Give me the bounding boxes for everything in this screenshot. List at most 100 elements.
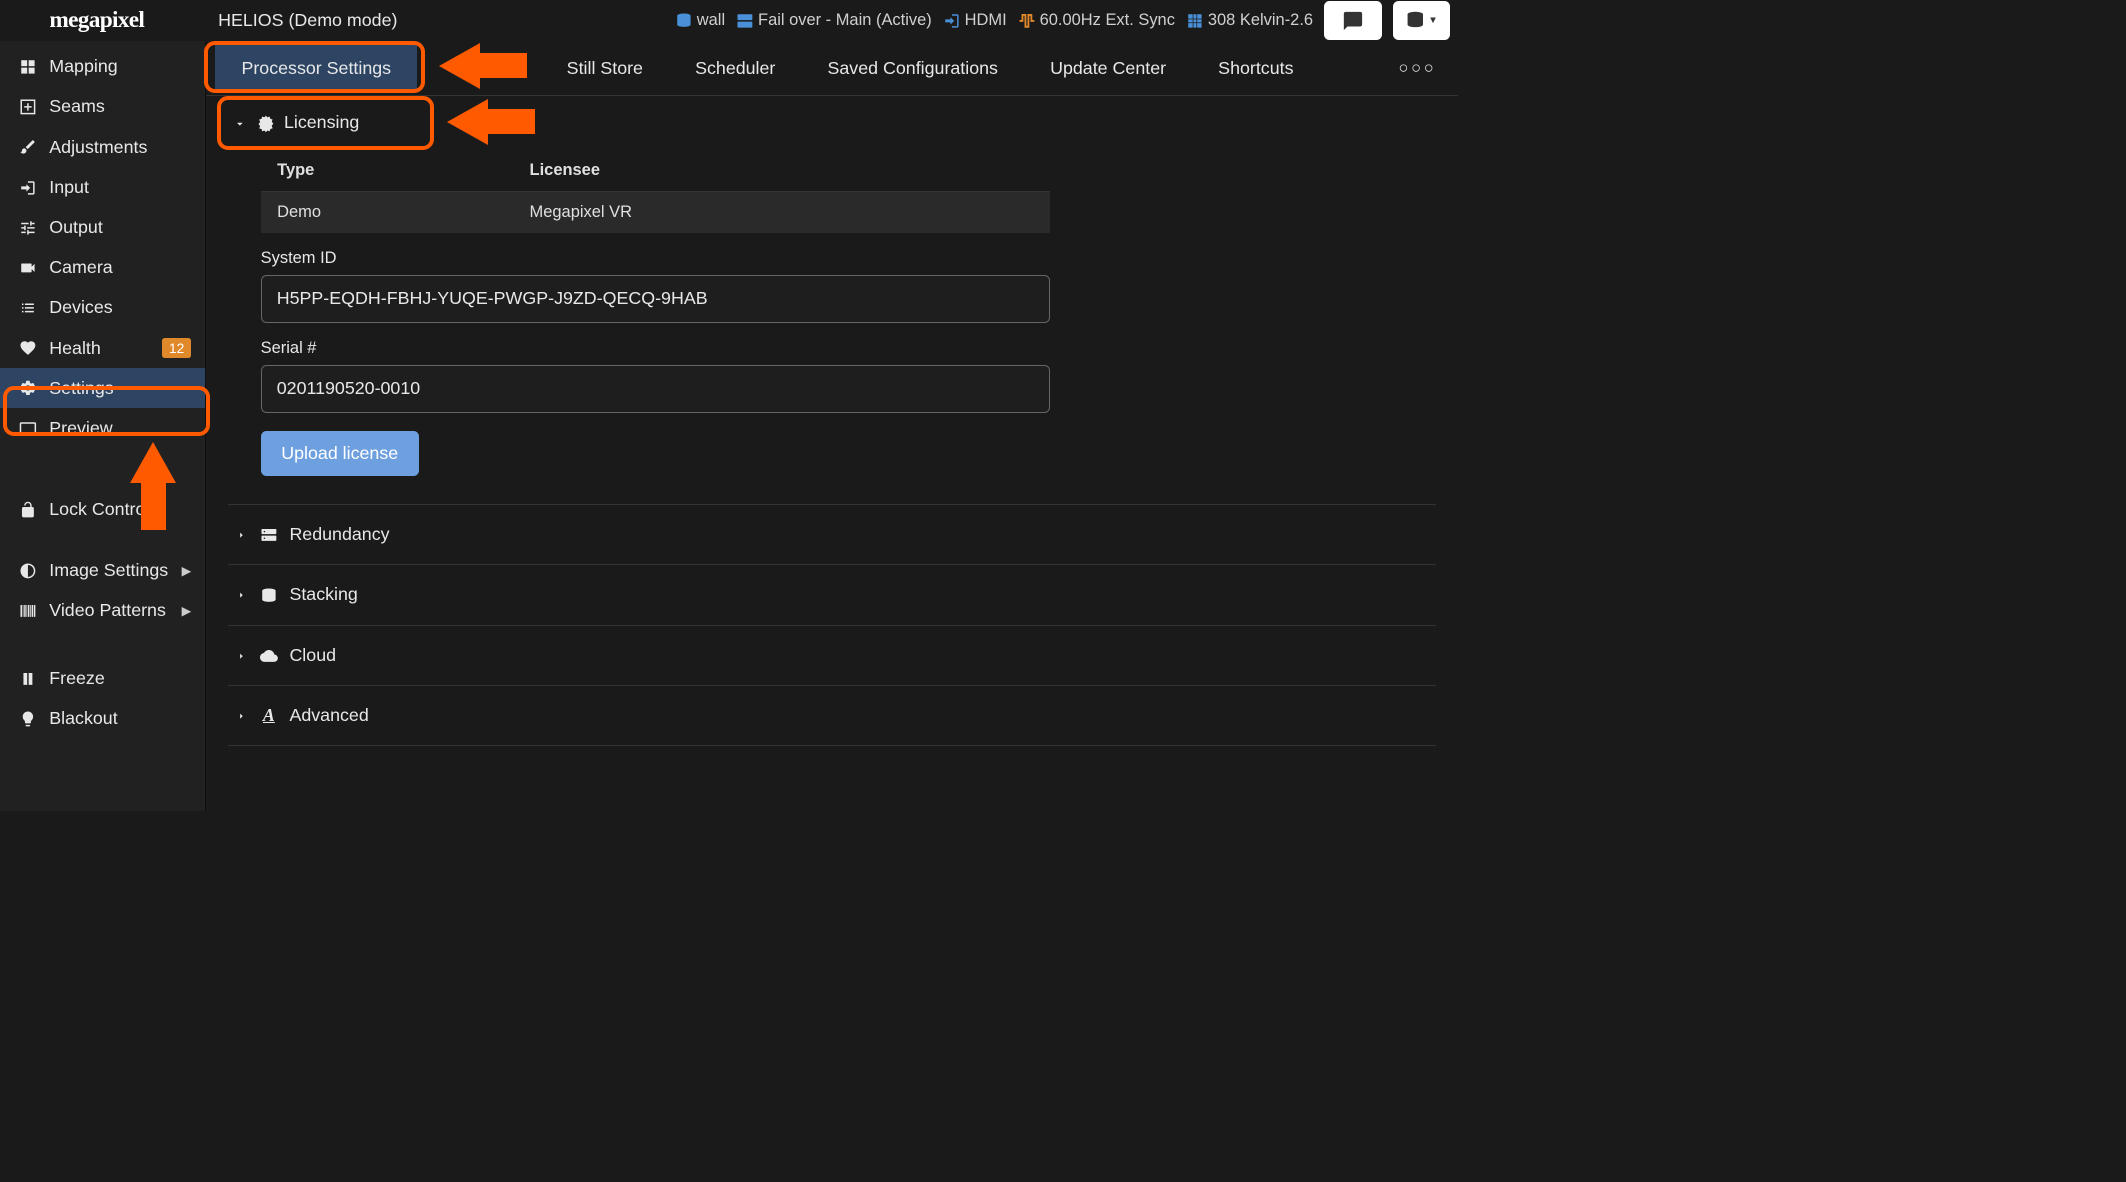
serial-label: Serial # (261, 339, 1050, 358)
sidebar-item-devices[interactable]: Devices (0, 288, 205, 328)
waveform-icon (1018, 11, 1036, 30)
chevron-right-icon (233, 648, 248, 662)
gears-icon (18, 379, 39, 398)
sidebar-item-label: Adjustments (49, 137, 147, 158)
tabs-more-button[interactable]: ○○○ (1377, 46, 1459, 90)
chat-button[interactable] (1324, 1, 1382, 39)
sidebar-item-label: Seams (49, 96, 105, 117)
section-label: Redundancy (289, 524, 389, 545)
sidebar-item-health[interactable]: Health 12 (0, 328, 205, 368)
sidebar-item-label: Health (49, 338, 101, 359)
logo: megapixel (8, 7, 207, 34)
contrast-icon (18, 561, 39, 580)
sidebar-item-adjustments[interactable]: Adjustments (0, 127, 205, 167)
sidebar-item-label: Input (49, 177, 89, 198)
section-redundancy[interactable]: Redundancy (228, 504, 1437, 564)
cell-licensee: Megapixel VR (513, 191, 1049, 232)
sidebar-item-label: Freeze (49, 668, 105, 689)
sidebar-item-label: Blackout (49, 708, 117, 729)
bulb-icon (18, 709, 39, 728)
section-label: Cloud (289, 645, 336, 666)
sidebar-item-label: Image Settings (49, 560, 168, 581)
list-icon (18, 298, 39, 317)
tab-saved-configurations[interactable]: Saved Configurations (801, 45, 1024, 91)
status-input[interactable]: HDMI (943, 11, 1007, 30)
tab-still-store[interactable]: Still Store (541, 45, 669, 91)
upload-license-button[interactable]: Upload license (261, 431, 419, 477)
input-icon (943, 11, 961, 30)
header: megapixel HELIOS (Demo mode) wall Fail o… (0, 0, 1458, 41)
license-table: Type Licensee Demo Megapixel VR (261, 150, 1050, 233)
col-licensee: Licensee (513, 150, 1049, 191)
grid-icon (18, 57, 39, 76)
server-icon (259, 524, 278, 545)
sidebar-lock-controls[interactable]: Lock Controls (0, 490, 205, 530)
sidebar-item-settings[interactable]: Settings (0, 368, 205, 408)
chevron-down-icon (233, 115, 247, 130)
sidebar-item-label: Devices (49, 297, 112, 318)
sidebar-item-seams[interactable]: Seams (0, 87, 205, 127)
chevron-down-icon: ▼ (1428, 15, 1438, 26)
pause-icon (18, 669, 39, 688)
database-icon (259, 584, 278, 605)
status-sync[interactable]: 60.00Hz Ext. Sync (1018, 11, 1175, 30)
page-title: HELIOS (Demo mode) (207, 10, 397, 31)
health-badge: 12 (162, 338, 191, 358)
sidebar-item-label: Settings (49, 378, 113, 399)
tabs: Processor Settings Still Store Scheduler… (206, 41, 1459, 96)
monitor-icon (18, 419, 39, 438)
tab-update-center[interactable]: Update Center (1024, 45, 1192, 91)
heartbeat-icon (18, 339, 39, 358)
chevron-right-icon: ▶ (182, 564, 191, 578)
col-type: Type (261, 150, 513, 191)
barcode-icon (18, 601, 39, 620)
chevron-right-icon (233, 588, 248, 602)
system-id-label: System ID (261, 249, 1050, 268)
sidebar-blackout[interactable]: Blackout (0, 698, 205, 738)
grid-icon (1186, 11, 1204, 30)
header-status: wall Fail over - Main (Active) HDMI 60.0… (675, 1, 1450, 39)
sidebar-item-label: Preview (49, 418, 112, 439)
panel: Licensing Type Licensee Demo Megapixel V… (206, 96, 1459, 811)
cell-type: Demo (261, 191, 513, 232)
sidebar-item-output[interactable]: Output (0, 207, 205, 247)
status-wall[interactable]: wall (675, 11, 725, 30)
status-tiles[interactable]: 308 Kelvin-2.6 (1186, 11, 1313, 30)
sidebar-item-label: Video Patterns (49, 600, 166, 621)
tab-shortcuts[interactable]: Shortcuts (1192, 45, 1319, 91)
arrow-processor (439, 43, 480, 89)
sidebar-image-settings[interactable]: Image Settings ▶ (0, 550, 205, 590)
section-cloud[interactable]: Cloud (228, 625, 1437, 685)
section-stacking[interactable]: Stacking (228, 564, 1437, 624)
system-id-input[interactable] (261, 275, 1050, 323)
table-row: Demo Megapixel VR (261, 191, 1050, 232)
sidebar-item-mapping[interactable]: Mapping (0, 47, 205, 87)
sidebar-item-input[interactable]: Input (0, 167, 205, 207)
wizard-icon: A (259, 705, 278, 726)
main: Processor Settings Still Store Scheduler… (206, 41, 1459, 811)
section-licensing-header[interactable]: Licensing (228, 96, 1437, 150)
sidebar-video-patterns[interactable]: Video Patterns ▶ (0, 591, 205, 631)
section-label: Advanced (289, 705, 368, 726)
section-label: Stacking (289, 584, 357, 605)
database-icon (675, 11, 693, 30)
input-icon (18, 178, 39, 197)
section-advanced[interactable]: A Advanced (228, 685, 1437, 746)
data-dropdown-button[interactable]: ▼ (1393, 1, 1451, 39)
sidebar-item-label: Output (49, 217, 103, 238)
plus-box-icon (18, 97, 39, 116)
status-failover[interactable]: Fail over - Main (Active) (736, 11, 932, 30)
sidebar: Mapping Seams Adjustments Input (0, 41, 206, 811)
tab-scheduler[interactable]: Scheduler (669, 45, 801, 91)
sidebar-item-label: Camera (49, 257, 112, 278)
section-title: Licensing (284, 112, 359, 133)
serial-input[interactable] (261, 365, 1050, 413)
tab-processor-settings[interactable]: Processor Settings (215, 45, 417, 91)
chevron-right-icon (233, 527, 248, 541)
sidebar-freeze[interactable]: Freeze (0, 658, 205, 698)
chevron-right-icon: ▶ (182, 604, 191, 618)
sidebar-item-label: Mapping (49, 56, 117, 77)
unlock-icon (18, 500, 39, 519)
arrow-settings (130, 442, 176, 483)
sidebar-item-camera[interactable]: Camera (0, 248, 205, 288)
